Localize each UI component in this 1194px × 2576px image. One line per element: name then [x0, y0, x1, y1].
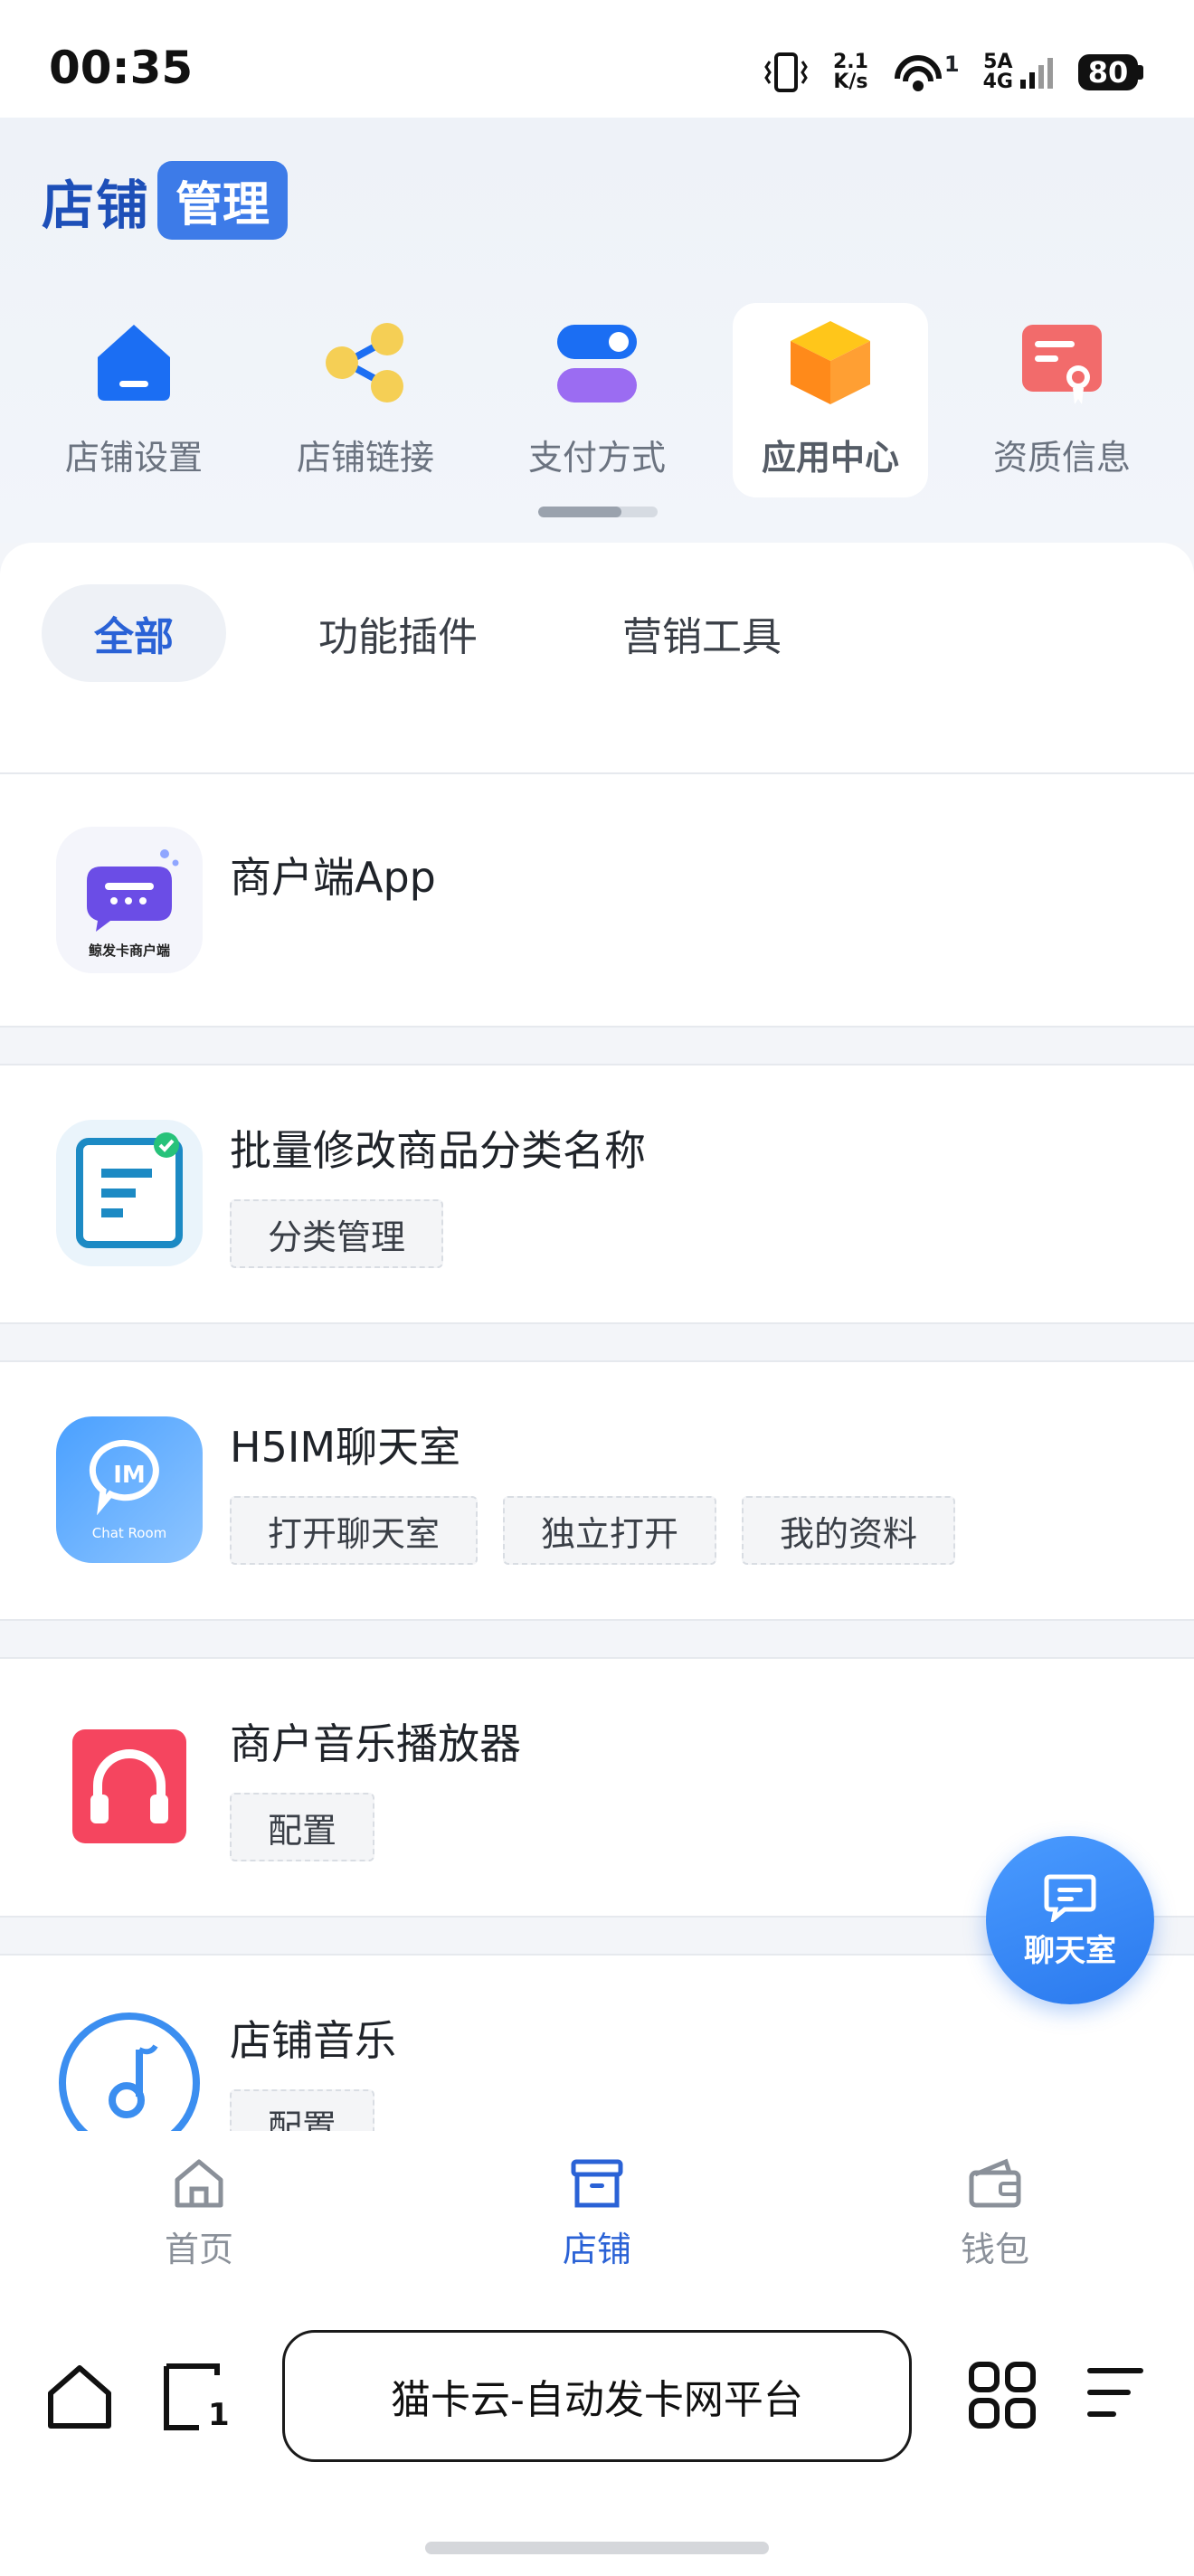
brand-title: 店铺	[42, 174, 151, 236]
status-bar: 00:35 2.1 K/s 1 5A 4G 80	[0, 0, 1194, 118]
app-card-h5im-chatroom[interactable]: IM Chat Room H5IM聊天室 打开聊天室 独立打开 我的资料	[0, 1360, 1194, 1621]
store-settings-icon	[98, 325, 170, 401]
svg-text:鲸发卡商户端: 鲸发卡商户端	[89, 942, 170, 959]
chat-room-icon: IM Chat Room	[56, 1416, 203, 1563]
tab-all[interactable]: 全部	[42, 584, 226, 682]
app-actions: 配置	[230, 1793, 375, 1861]
browser-home-icon[interactable]	[45, 2363, 114, 2431]
wifi-status: 1	[892, 52, 960, 93]
headphones-icon	[72, 1729, 186, 1843]
app-card-merchant-app[interactable]: 鲸发卡商户端 商户端App	[0, 772, 1194, 1028]
open-standalone-button[interactable]: 独立打开	[503, 1496, 717, 1565]
whale-app-icon: 鲸发卡商户端	[56, 827, 203, 973]
quick-nav-store-settings[interactable]: 店铺设置	[36, 303, 232, 497]
app-name: 商户端App	[230, 853, 436, 902]
open-chatroom-button[interactable]: 打开聊天室	[230, 1496, 479, 1565]
quick-nav-payment[interactable]: 支付方式	[499, 303, 695, 497]
vibrate-icon	[764, 52, 808, 92]
nav-wallet[interactable]: 钱包	[905, 2155, 1085, 2271]
bottom-nav: 首页 店铺 钱包	[0, 2131, 1194, 2303]
address-bar[interactable]: 猫卡云-自动发卡网平台	[282, 2330, 912, 2462]
tab-marketing-tools[interactable]: 营销工具	[593, 584, 810, 682]
app-name: H5IM聊天室	[230, 1423, 461, 1472]
store-header: 店铺 管理 店铺设置 店铺链接 支付方式 应用中心 资质信息	[0, 118, 1194, 543]
share-link-icon	[326, 323, 403, 402]
certificate-icon	[1022, 325, 1102, 404]
chat-bubble-icon	[1044, 1874, 1096, 1922]
wifi-icon	[894, 55, 942, 91]
apps-grid-icon[interactable]	[968, 2361, 1037, 2429]
store-box-icon	[571, 2159, 623, 2208]
app-actions: 分类管理	[230, 1199, 444, 1268]
app-center-cube-icon	[791, 321, 870, 404]
music-note-icon	[59, 2012, 200, 2135]
payment-toggle-icon	[557, 325, 637, 402]
tabs-button[interactable]: 1	[163, 2363, 232, 2433]
signal-status: 5A 4G	[983, 52, 1055, 92]
app-actions: 配置	[230, 2089, 375, 2135]
quick-nav-store-link[interactable]: 店铺链接	[268, 303, 463, 497]
svg-text:Chat Room: Chat Room	[92, 1525, 167, 1541]
gesture-home-indicator	[425, 2542, 769, 2554]
category-manage-button[interactable]: 分类管理	[230, 1199, 444, 1268]
quick-nav-certification[interactable]: 资质信息	[964, 303, 1160, 497]
battery-status: 80	[1078, 54, 1143, 90]
my-profile-button[interactable]: 我的资料	[742, 1496, 956, 1565]
configure-button[interactable]: 配置	[230, 2089, 375, 2135]
app-name: 店铺音乐	[230, 2016, 396, 2065]
tab-count: 1	[208, 2397, 230, 2433]
app-card-batch-category-rename[interactable]: 批量修改商品分类名称 分类管理	[0, 1064, 1194, 1324]
chatroom-fab[interactable]: 聊天室	[986, 1836, 1154, 2004]
app-name: 商户音乐播放器	[230, 1719, 521, 1768]
configure-button[interactable]: 配置	[230, 1793, 375, 1861]
wallet-icon	[969, 2158, 1021, 2208]
quick-nav-scroll-indicator	[538, 507, 658, 517]
category-list-icon	[56, 1120, 203, 1266]
tab-feature-plugins[interactable]: 功能插件	[289, 584, 507, 682]
status-time: 00:35	[49, 42, 194, 94]
app-name: 批量修改商品分类名称	[230, 1126, 646, 1175]
battery-icon: 80	[1078, 54, 1138, 90]
app-actions: 打开聊天室 独立打开 我的资料	[230, 1496, 956, 1565]
net-speed: 2.1 K/s	[832, 51, 868, 93]
quick-nav: 店铺设置 店铺链接 支付方式 应用中心 资质信息	[36, 303, 1158, 497]
brand-logo: 店铺 管理	[42, 161, 289, 240]
browser-toolbar: 1 猫卡云-自动发卡网平台	[0, 2303, 1194, 2576]
menu-icon[interactable]	[1085, 2363, 1145, 2422]
svg-text:IM: IM	[113, 1462, 146, 1489]
nav-home[interactable]: 首页	[109, 2155, 289, 2271]
status-icons: 2.1 K/s 1 5A 4G 80	[763, 47, 1143, 98]
brand-badge: 管理	[157, 161, 289, 240]
nav-store[interactable]: 店铺	[507, 2155, 687, 2271]
home-icon	[175, 2159, 223, 2208]
signal-icon	[1020, 58, 1053, 89]
filter-tabs: 全部 功能插件 营销工具	[0, 543, 1194, 773]
quick-nav-app-center[interactable]: 应用中心	[733, 303, 928, 497]
